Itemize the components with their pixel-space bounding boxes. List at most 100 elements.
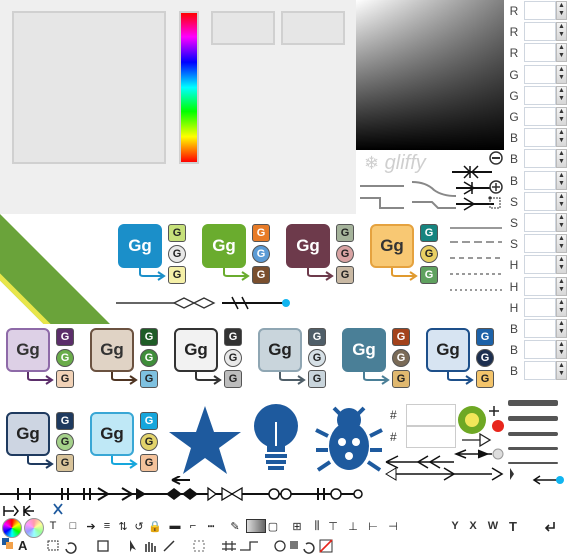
channel-input[interactable] — [524, 170, 556, 190]
connector-icon[interactable]: ⌐ — [186, 519, 200, 533]
channel-spinner[interactable]: ▲ ▼ — [556, 191, 567, 211]
channel-input[interactable] — [524, 191, 556, 211]
arrow-tool-icon[interactable]: ➔ — [84, 519, 98, 533]
current-color-swatch[interactable] — [211, 11, 275, 45]
select-area-icon — [193, 540, 205, 552]
channel-input[interactable] — [524, 361, 556, 381]
channel-input[interactable] — [524, 128, 556, 148]
align-left-icon[interactable]: ⊢ — [366, 519, 380, 533]
text-tool-icon[interactable]: T — [46, 519, 60, 533]
style-swatch[interactable]: Gg G G G — [90, 328, 170, 392]
star-icon[interactable] — [168, 404, 242, 476]
distribute-icon[interactable]: ⫼ — [310, 519, 324, 533]
line-weight-3[interactable] — [508, 432, 558, 436]
style-swatch[interactable]: Gg G G G — [202, 224, 282, 288]
style-swatch[interactable]: Gg G G G — [90, 412, 170, 476]
toolbar-letter-button[interactable]: X — [466, 519, 480, 533]
list-icon[interactable]: ≡ — [100, 519, 114, 533]
channel-spinner[interactable]: ▲ ▼ — [556, 234, 567, 254]
channel-spinner[interactable]: ▲ ▼ — [556, 319, 567, 338]
style-swatch[interactable]: Gg G G G — [426, 328, 506, 392]
bug-icon[interactable] — [314, 402, 384, 474]
style-swatch[interactable]: Gg G G G — [174, 328, 254, 392]
channel-spinner[interactable]: ▲ ▼ — [556, 64, 567, 84]
channel-input[interactable] — [524, 255, 556, 275]
swatch-badge: G — [336, 224, 354, 242]
color-wheel-button[interactable] — [2, 518, 22, 538]
channel-input[interactable] — [524, 149, 556, 169]
connector-samples — [116, 296, 290, 310]
channel-input[interactable] — [524, 340, 556, 360]
swatch-badge: G — [56, 349, 74, 367]
lock-icon[interactable]: 🔒 — [148, 519, 162, 533]
channel-input[interactable] — [524, 85, 556, 105]
previous-color-swatch[interactable] — [281, 11, 345, 45]
channel-spinner[interactable]: ▲ ▼ — [556, 128, 567, 148]
gradient-icon[interactable] — [246, 519, 266, 533]
line-tool-icon — [163, 540, 175, 552]
style-swatch[interactable]: Gg G G G — [286, 224, 366, 288]
lightbulb-icon[interactable] — [250, 402, 302, 476]
color-preview-box[interactable] — [12, 11, 166, 164]
channel-spinner[interactable]: ▲ ▼ — [556, 149, 567, 169]
channel-spinner[interactable]: ▲ ▼ — [556, 170, 567, 190]
style-swatch[interactable]: Gg G G G — [6, 328, 86, 392]
swatch-badge: G — [420, 266, 438, 284]
channel-input[interactable] — [524, 64, 556, 84]
channel-spinner[interactable]: ▲ ▼ — [556, 107, 567, 126]
channel-spinner[interactable]: ▲ ▼ — [556, 297, 567, 317]
toolbar-row-2-icons — [47, 539, 333, 554]
line-weight-1[interactable] — [508, 400, 558, 406]
channel-input[interactable] — [524, 234, 556, 254]
dashed-line-icon[interactable]: ┅ — [204, 519, 218, 533]
style-swatch[interactable]: Gg G G G — [370, 224, 450, 288]
channel-input[interactable] — [524, 107, 556, 126]
hue-slider[interactable] — [179, 11, 199, 164]
swatch-badge: G — [140, 412, 158, 430]
endpoint-samples — [0, 476, 363, 516]
hex-input-1[interactable] — [406, 404, 456, 426]
align-top-icon[interactable]: ⊤ — [326, 519, 340, 533]
style-swatch[interactable]: Gg G G G — [342, 328, 422, 392]
toolbar-letter-button[interactable]: W — [486, 519, 500, 533]
rect-tool-icon[interactable]: □ — [66, 519, 80, 533]
style-swatch[interactable]: Gg G G G — [118, 224, 198, 288]
hex-input-2[interactable] — [406, 426, 456, 448]
channel-input[interactable] — [524, 297, 556, 317]
channel-input[interactable] — [524, 276, 556, 296]
line-style-icon[interactable]: ▬ — [168, 519, 182, 533]
sort-icon[interactable]: ⇅ — [116, 519, 130, 533]
channel-spinner[interactable]: ▲ ▼ — [556, 340, 567, 360]
rotate-icon[interactable]: ↺ — [132, 519, 146, 533]
color-wheel-button-2[interactable] — [24, 518, 44, 538]
line-weight-2[interactable] — [508, 416, 558, 421]
channel-spinner[interactable]: ▲ ▼ — [556, 255, 567, 275]
pen-icon[interactable]: ✎ — [228, 519, 242, 533]
channel-input[interactable] — [524, 319, 556, 338]
saturation-value-picker[interactable] — [356, 0, 504, 150]
channel-spinner[interactable]: ▲ ▼ — [556, 361, 567, 381]
align-bottom-icon[interactable]: ⊣ — [386, 519, 400, 533]
swap-colors-icon[interactable] — [2, 538, 14, 550]
channel-spinner[interactable]: ▲ ▼ — [556, 213, 567, 232]
toolbar-letter-button[interactable]: T — [506, 519, 520, 534]
undo-icon[interactable] — [542, 518, 558, 534]
style-swatch[interactable]: Gg G G G — [6, 412, 86, 476]
channel-spinner[interactable]: ▲ ▼ — [556, 22, 567, 42]
align-center-icon[interactable]: ⊥ — [346, 519, 360, 533]
shadow-icon[interactable]: ▢ — [266, 519, 280, 533]
channel-input[interactable] — [524, 1, 556, 20]
toolbar-letter-button[interactable]: Y — [448, 519, 462, 533]
channel-spinner[interactable]: ▲ ▼ — [556, 276, 567, 296]
channel-spinner[interactable]: ▲ ▼ — [556, 85, 567, 105]
align-middle-icon[interactable]: ⊞ — [290, 519, 304, 533]
channel-label: H — [509, 258, 519, 273]
channel-spinner[interactable]: ▲ ▼ — [556, 43, 567, 63]
channel-spinner[interactable]: ▲ ▼ — [556, 1, 567, 20]
channel-input[interactable] — [524, 22, 556, 42]
text-style-label[interactable]: A — [18, 538, 27, 553]
channel-input[interactable] — [524, 213, 556, 232]
style-swatch[interactable]: Gg G G G — [258, 328, 338, 392]
channel-input[interactable] — [524, 43, 556, 63]
swatch-badge: G — [336, 245, 354, 263]
